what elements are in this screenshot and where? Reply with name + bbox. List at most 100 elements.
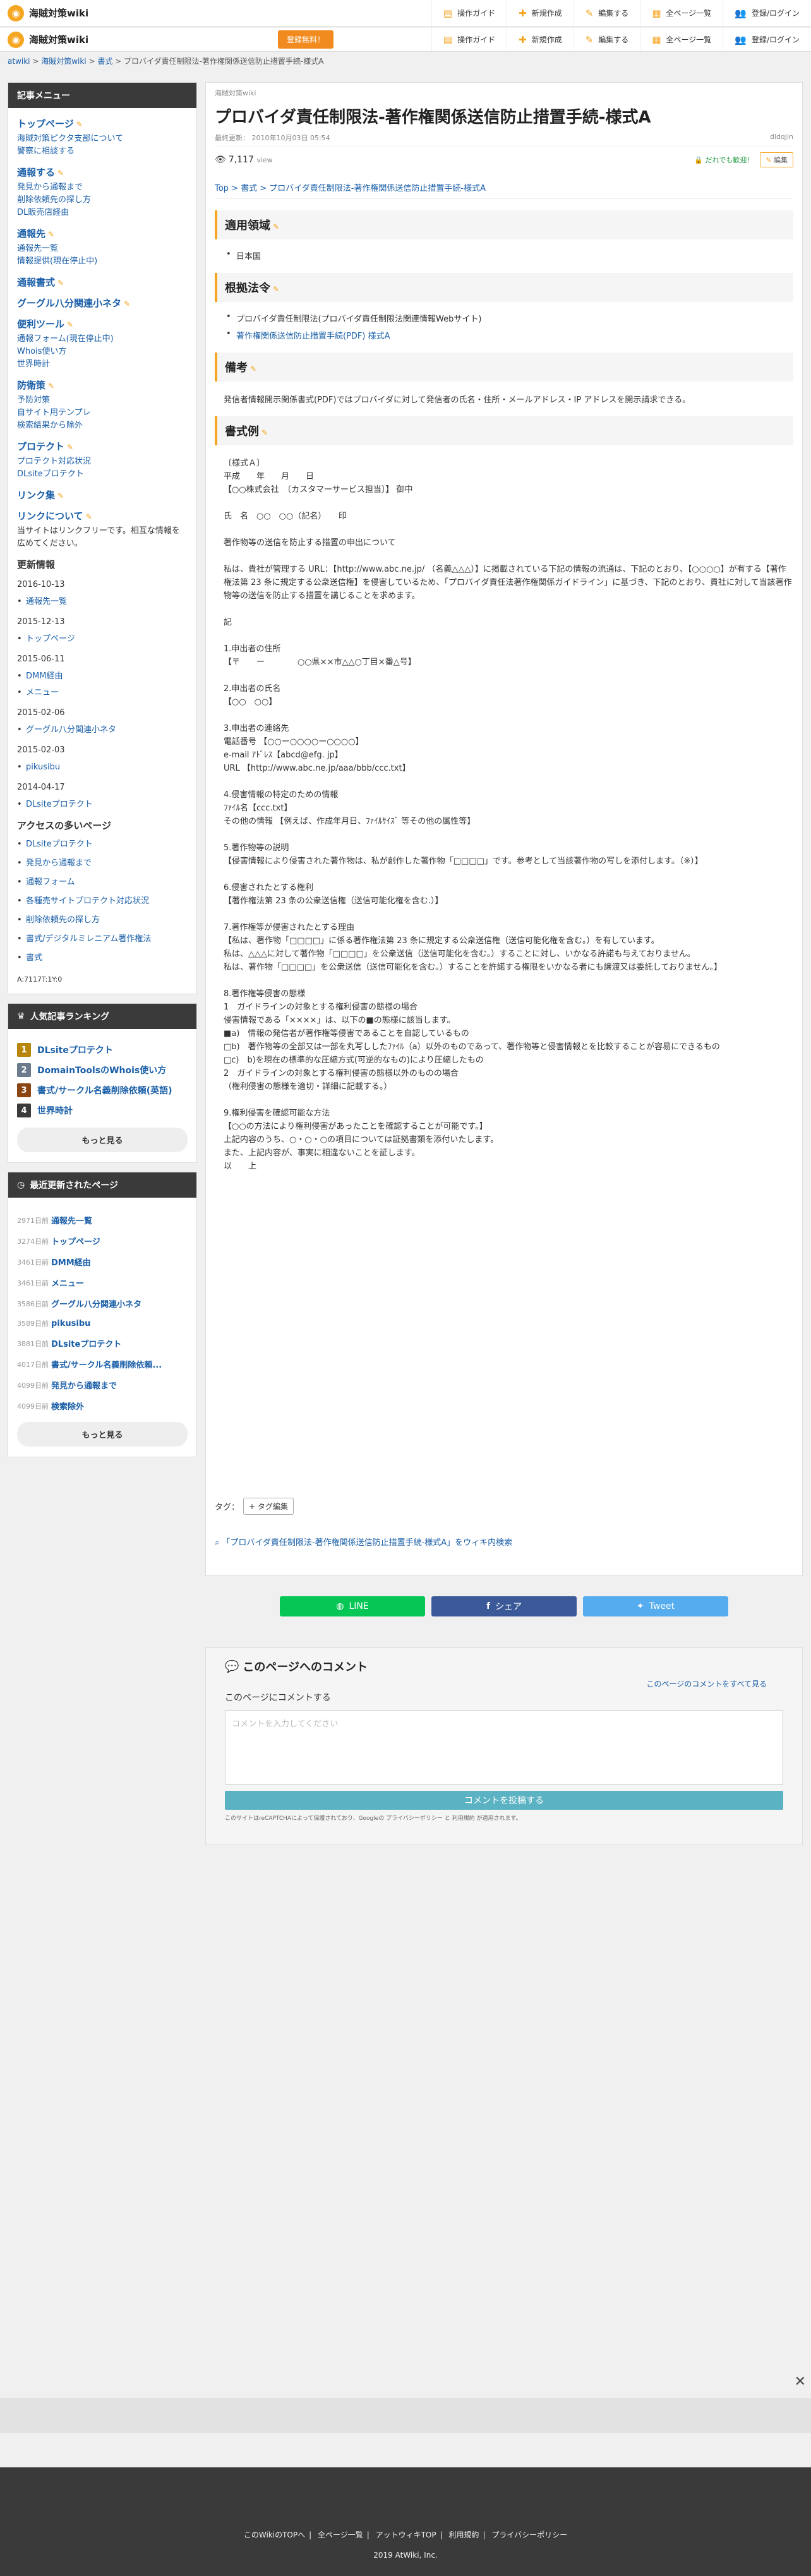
menu-link[interactable]: プロテクト対応状況 <box>17 455 188 468</box>
menu-heading[interactable]: 通報先 ✎ <box>17 227 188 240</box>
footer-link-terms[interactable]: 利用規約 <box>448 2531 479 2539</box>
nav-all-pages[interactable]: ▦ 全ページ一覧 <box>640 0 723 26</box>
pencil-icon[interactable]: ✎ <box>67 443 73 452</box>
nav-login-2[interactable]: 👥 登録/ログイン <box>723 28 811 51</box>
wiki-search-link[interactable]: ⌕ 「プロバイダ責任制限法-著作権関係送信防止措置手続-様式A」をウィキ内検索 <box>215 1536 512 1548</box>
law-item-2[interactable]: 著作権関係送信防止措置手続(PDF) 様式A <box>221 329 793 341</box>
ranking-item[interactable]: 3 書式/サークル名義削除依頼(英語) <box>17 1083 188 1097</box>
ranking-more-button[interactable]: もっと見る <box>17 1128 188 1152</box>
popular-item[interactable]: 発見から通報まで <box>17 857 188 870</box>
pencil-icon[interactable]: ✎ <box>57 491 64 500</box>
recent-item[interactable]: 3586日前 グーグル八分関連小ネタ <box>17 1297 188 1310</box>
menu-link[interactable]: Whois使い方 <box>17 346 188 358</box>
breadcrumb-wiki[interactable]: 海賊対策wiki <box>41 57 86 66</box>
recent-item[interactable]: 3461日前 メニュー <box>17 1277 188 1289</box>
nav-all-pages-2[interactable]: ▦ 全ページ一覧 <box>640 28 723 51</box>
menu-heading[interactable]: リンク集 ✎ <box>17 488 188 502</box>
update-item[interactable]: DMM経由 <box>17 670 188 683</box>
recent-item[interactable]: 2971日前 通報先一覧 <box>17 1214 188 1227</box>
ranking-item[interactable]: 1 DLsiteプロテクト <box>17 1043 188 1057</box>
pencil-icon[interactable]: ✎ <box>273 285 279 294</box>
nav-guide-2[interactable]: ▤ 操作ガイド <box>431 28 507 51</box>
recent-item[interactable]: 3881日前 DLsiteプロテクト <box>17 1337 188 1350</box>
update-item[interactable]: pikusibu <box>17 761 188 774</box>
menu-link[interactable]: 削除依頼先の探し方 <box>17 194 188 207</box>
menu-link[interactable]: 通報先一覧 <box>17 243 188 255</box>
nav-new[interactable]: ✚ 新規作成 <box>507 0 574 26</box>
menu-heading[interactable]: 防衛策 ✎ <box>17 378 188 392</box>
update-item[interactable]: 通報先一覧 <box>17 596 188 608</box>
popular-item[interactable]: 通報フォーム <box>17 876 188 889</box>
edit-button[interactable]: ✎ 編集 <box>760 152 793 167</box>
pencil-icon[interactable]: ✎ <box>48 230 54 239</box>
pencil-icon[interactable]: ✎ <box>57 169 64 178</box>
recent-more-button[interactable]: もっと見る <box>17 1422 188 1447</box>
page-path[interactable]: Top > 書式 > プロバイダ責任制限法-著作権関係送信防止措置手続-様式A <box>215 181 793 199</box>
menu-link[interactable]: 発見から通報まで <box>17 181 188 194</box>
footer-link-all[interactable]: 全ページ一覧 <box>318 2531 363 2539</box>
menu-heading[interactable]: プロテクト ✎ <box>17 440 188 453</box>
edit-permission-link[interactable]: 🔒 だれでも歓迎！ <box>694 155 754 165</box>
twitter-share-button[interactable]: ✦ Tweet <box>583 1596 728 1616</box>
nav-new-2[interactable]: ✚ 新規作成 <box>507 28 574 51</box>
pencil-icon[interactable]: ✎ <box>76 120 83 129</box>
pencil-icon[interactable]: ✎ <box>48 382 54 390</box>
pencil-icon[interactable]: ✎ <box>124 299 130 308</box>
ranking-item[interactable]: 2 DomainToolsのWhois使い方 <box>17 1063 188 1077</box>
menu-heading[interactable]: トップページ ✎ <box>17 117 188 130</box>
pencil-icon[interactable]: ✎ <box>86 512 92 521</box>
line-share-button[interactable]: ◍ LINE <box>280 1596 425 1616</box>
tag-edit-button[interactable]: + タグ編集 <box>243 1498 294 1515</box>
recent-item[interactable]: 4017日前 書式/サークル名義削除依頼... <box>17 1358 188 1371</box>
recent-item[interactable]: 4099日前 検索除外 <box>17 1400 188 1412</box>
update-item[interactable]: DLsiteプロテクト <box>17 798 188 811</box>
signup-button[interactable]: 登録無料！ <box>278 30 334 49</box>
nav-guide[interactable]: ▤ 操作ガイド <box>431 0 507 26</box>
menu-link[interactable]: 海賊対策ピクタ支部について <box>17 133 188 145</box>
nav-login[interactable]: 👥 登録/ログイン <box>723 0 811 26</box>
popular-item[interactable]: 書式 <box>17 952 188 965</box>
update-item[interactable]: トップページ <box>17 633 188 646</box>
footer-link-atwiki[interactable]: アットウィキTOP <box>376 2531 436 2539</box>
comment-textarea[interactable]: コメントを入力してください <box>225 1710 783 1785</box>
menu-link[interactable]: DLsiteプロテクト <box>17 468 188 481</box>
footer-link-privacy[interactable]: プライバシーポリシー <box>491 2531 567 2539</box>
pencil-icon[interactable]: ✎ <box>67 320 73 329</box>
all-comments-link[interactable]: このページのコメントをすべて見る <box>647 1678 767 1689</box>
recent-item[interactable]: 3461日前 DMM経由 <box>17 1256 188 1268</box>
pencil-icon[interactable]: ✎ <box>57 279 64 287</box>
menu-heading[interactable]: グーグル八分関連小ネタ ✎ <box>17 296 188 310</box>
popular-item[interactable]: 各種売サイトプロテクト対応状況 <box>17 895 188 908</box>
menu-heading[interactable]: 通報する ✎ <box>17 166 188 179</box>
law-item-1[interactable]: プロバイダ責任制限法(プロバイダ責任制限法関連情報Webサイト) <box>221 312 793 324</box>
close-icon[interactable]: ✕ <box>795 2374 806 2390</box>
site-logo-2[interactable]: ◉ 海賊対策wiki <box>8 31 88 48</box>
menu-link[interactable]: 情報提供(現在停止中) <box>17 255 188 268</box>
recent-item[interactable]: 3589日前 pikusibu <box>17 1318 188 1328</box>
popular-item[interactable]: 削除依頼先の探し方 <box>17 914 188 927</box>
menu-heading[interactable]: 便利ツール ✎ <box>17 317 188 330</box>
nav-edit[interactable]: ✎ 編集する <box>573 0 640 26</box>
breadcrumb-atwiki[interactable]: atwiki <box>8 57 30 66</box>
recent-item[interactable]: 3274日前 トップページ <box>17 1235 188 1248</box>
menu-link[interactable]: 世界時計 <box>17 358 188 371</box>
menu-link[interactable]: DL販売店経由 <box>17 207 188 219</box>
post-comment-button[interactable]: コメントを投稿する <box>225 1791 783 1810</box>
menu-link[interactable]: 警察に相談する <box>17 145 188 158</box>
pencil-icon[interactable]: ✎ <box>250 364 256 373</box>
popular-item[interactable]: 書式/デジタルミレニアム著作権法 <box>17 933 188 946</box>
nav-edit-2[interactable]: ✎ 編集する <box>573 28 640 51</box>
site-logo[interactable]: ◉ 海賊対策wiki <box>8 4 88 21</box>
footer-link-top[interactable]: このWikiのTOPへ <box>244 2531 305 2539</box>
update-item[interactable]: メニュー <box>17 687 188 699</box>
breadcrumb-format[interactable]: 書式 <box>97 57 112 66</box>
facebook-share-button[interactable]: f シェア <box>431 1596 577 1616</box>
pencil-icon[interactable]: ✎ <box>273 222 279 231</box>
update-item[interactable]: グーグル八分関連小ネタ <box>17 724 188 737</box>
menu-link[interactable]: 通報フォーム(現在停止中) <box>17 333 188 346</box>
menu-heading[interactable]: 通報書式 ✎ <box>17 275 188 289</box>
pencil-icon[interactable]: ✎ <box>261 428 268 437</box>
popular-item[interactable]: DLsiteプロテクト <box>17 838 188 851</box>
recent-item[interactable]: 4099日前 発見から通報まで <box>17 1379 188 1392</box>
menu-link[interactable]: 自サイト用テンプレ <box>17 407 188 419</box>
